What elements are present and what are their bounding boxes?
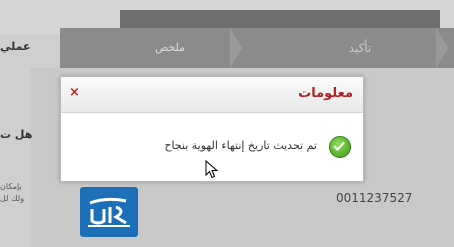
sidebar-text-1: عملي xyxy=(0,40,31,53)
mouse-cursor-icon xyxy=(205,160,219,179)
sidebar-text-4: ولك لل xyxy=(0,194,25,203)
sidebar-text-2: هل ت xyxy=(0,128,33,141)
dialog-title: معلومات xyxy=(298,86,353,101)
wizard-steps: ملخص تأكيد xyxy=(60,28,454,68)
close-icon[interactable]: × xyxy=(69,86,80,100)
chevron-separator-icon xyxy=(230,28,242,68)
logo-mark-icon xyxy=(88,197,130,227)
success-check-icon xyxy=(329,136,351,158)
dialog-header: معلومات × xyxy=(61,77,363,113)
site-logo xyxy=(80,187,138,237)
dialog-message: تم تحديث تاريخ إنتهاء الهوية بنجاح xyxy=(164,139,317,152)
sidebar-text-3: بإمكان xyxy=(0,182,22,191)
reference-number: 0011237527 xyxy=(336,191,413,205)
step-confirm[interactable]: تأكيد xyxy=(310,28,410,68)
chevron-separator-icon xyxy=(436,28,448,68)
step-summary[interactable]: ملخص xyxy=(120,28,220,68)
